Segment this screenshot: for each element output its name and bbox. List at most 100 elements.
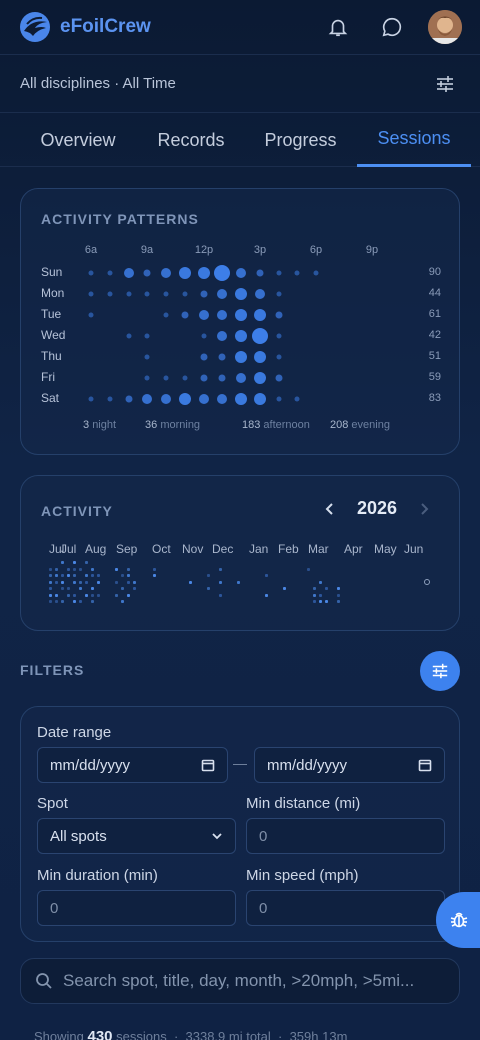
activity-day-cell [73, 561, 76, 564]
activity-dot [144, 354, 150, 360]
activity-dot [276, 354, 281, 360]
day-total: 83 [428, 392, 441, 404]
chevron-left-icon[interactable] [323, 502, 337, 516]
activity-day-cell [91, 593, 94, 597]
bug-icon [450, 912, 468, 928]
month-label: Jul [61, 542, 77, 556]
min-speed-value: 0 [259, 899, 268, 917]
date-to-input[interactable]: mm/dd/yyyy [254, 747, 445, 783]
activity-day-cell [79, 580, 82, 584]
activity-dot [88, 396, 94, 402]
activity-day-cell [219, 593, 222, 597]
notifications-button[interactable] [322, 11, 354, 43]
adjust-filters-button[interactable] [430, 69, 460, 99]
activity-day-cell [73, 567, 76, 571]
activity-day-cell [79, 600, 82, 603]
activity-dot [163, 375, 169, 381]
date-range-separator [233, 764, 247, 765]
min-speed-input[interactable]: 0 [246, 890, 445, 926]
activity-day-cell [91, 587, 94, 590]
activity-day-cell [85, 580, 88, 584]
toggle-filters-button[interactable] [420, 651, 460, 691]
activity-dot [276, 333, 281, 339]
min-duration-input[interactable]: 0 [37, 890, 236, 926]
day-label: Mon [41, 286, 65, 300]
activity-dot [200, 374, 207, 382]
activity-day-cell [337, 600, 340, 603]
context-label[interactable]: All disciplines · All Time [20, 75, 176, 92]
activity-day-cell [153, 567, 156, 571]
activity-day-cell [55, 574, 58, 577]
tab-sessions[interactable]: Sessions [357, 113, 471, 167]
activity-dot [275, 311, 282, 319]
activity-dot [253, 393, 266, 405]
date-to-value: mm/dd/yyyy [267, 756, 348, 774]
session-search[interactable]: Search spot, title, day, month, >20mph, … [20, 958, 460, 1004]
search-input[interactable]: Search spot, title, day, month, >20mph, … [63, 971, 448, 991]
activity-day-cell [61, 600, 64, 603]
activity-day-cell [67, 574, 70, 577]
activity-dot [236, 268, 246, 278]
activity-dot [88, 270, 94, 276]
activity-day-cell [49, 587, 52, 590]
chevron-right-icon[interactable] [417, 502, 431, 516]
filters-title: FILTERS [20, 662, 85, 678]
activity-dot [88, 291, 94, 297]
activity-day-cell [55, 600, 58, 603]
min-distance-input[interactable]: 0 [246, 818, 445, 854]
activity-dot [161, 268, 171, 278]
month-label: Jun [404, 542, 424, 556]
session-count: 430 [87, 1028, 113, 1040]
date-from-value: mm/dd/yyyy [50, 756, 131, 774]
activity-day-cell [91, 600, 94, 603]
activity-dot [142, 394, 153, 404]
spot-select[interactable]: All spots [37, 818, 236, 854]
activity-day-cell [265, 574, 268, 577]
avatar[interactable] [428, 10, 462, 44]
activity-dot [275, 374, 282, 382]
logo-icon [20, 12, 50, 42]
messages-button[interactable] [376, 11, 408, 43]
year-label: 2026 [356, 498, 397, 518]
activity-day-cell [49, 574, 52, 577]
activity-dot [163, 291, 169, 297]
activity-day-cell [121, 587, 124, 590]
activity-day-cell [313, 587, 316, 590]
activity-dot [294, 396, 300, 402]
activity-day-cell [127, 580, 130, 584]
session-count-suffix: sessions [116, 1029, 167, 1040]
calendar-icon[interactable] [418, 758, 432, 772]
min-speed-label: Min speed (mph) [246, 867, 359, 884]
activity-day-cell [49, 567, 52, 571]
activity-dot [201, 333, 206, 339]
activity-dot [197, 267, 210, 279]
activity-dot [161, 394, 171, 404]
tab-overview[interactable]: Overview [22, 113, 134, 167]
activity-patterns-card: ACTIVITY PATTERNS 6a 9a 12p 3p 6p 9p Sun… [20, 188, 460, 455]
activity-dot [218, 353, 226, 361]
total-duration: 359h 13m [289, 1029, 348, 1040]
month-label: Oct [152, 542, 171, 556]
date-from-input[interactable]: mm/dd/yyyy [37, 747, 228, 783]
day-label: Thu [41, 349, 62, 363]
summary-morning: 36 morning [145, 419, 201, 431]
month-label: Feb [278, 542, 299, 556]
tab-progress[interactable]: Progress [248, 113, 353, 167]
activity-day-cell [91, 574, 94, 577]
calendar-icon[interactable] [201, 758, 215, 772]
activity-day-cell [61, 561, 64, 564]
avatar-image [428, 10, 462, 44]
summary-afternoon: 183 afternoon [242, 419, 310, 431]
activity-dot [217, 394, 228, 404]
activity-day-cell [85, 561, 88, 564]
activity-day-cell [265, 593, 268, 597]
activity-day-cell [85, 574, 88, 577]
activity-day-cell [49, 600, 52, 603]
activity-dot [253, 372, 266, 384]
min-distance-label: Min distance (mi) [246, 795, 361, 812]
activity-dot [214, 265, 231, 281]
month-label: Mar [308, 542, 329, 556]
activity-day-cell [127, 593, 130, 597]
chevron-down-icon [212, 833, 222, 840]
tab-records[interactable]: Records [140, 113, 242, 167]
